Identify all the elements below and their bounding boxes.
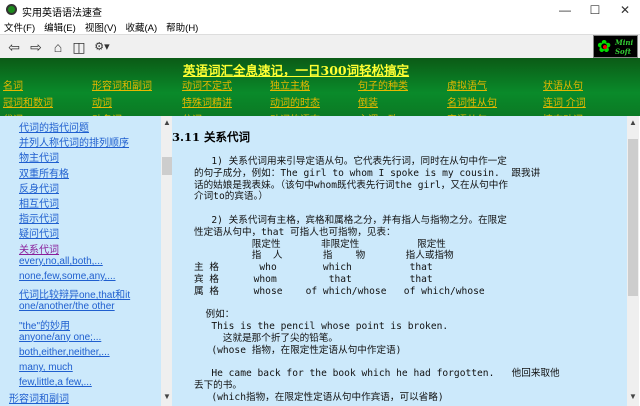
nav-link[interactable]: 冠词和数词 [3,94,53,109]
article-line: 2) 关系代词有主格，宾格和属格之分，并有指人与指物之分。在限定 [194,215,507,226]
minisoft-logo: ✿ Mini Soft [593,35,638,58]
sidebar-section-adjectives[interactable]: 形容词和副词 [9,390,69,405]
article-content: 3.11 关系代词 1) 关系代词用来引导定语从句。它代表先行词，同时在从句中作… [172,116,628,406]
scroll-thumb[interactable] [162,157,172,175]
logo-text-2: Soft [615,47,631,56]
minimize-button[interactable]: — [550,0,580,20]
menu-edit[interactable]: 编辑(E) [44,20,76,34]
nav-link[interactable]: 动词 [92,94,112,109]
close-button[interactable]: ✕ [610,0,640,20]
home-icon[interactable]: ⌂ [48,38,68,56]
sidebar-item[interactable]: 疑问代词 [19,225,59,240]
nav-link[interactable]: 连词 介词 [543,94,586,109]
article-line: He came back for the book which he had f… [194,368,560,380]
flower-icon: ✿ [597,37,612,56]
sidebar-item[interactable]: many, much [19,362,73,373]
menu-view[interactable]: 视图(V) [85,20,117,34]
menu-help[interactable]: 帮助(H) [166,20,198,34]
nav-banner: 英语词汇全息速记，一日300词轻松搞定 名词 形容词和副词 动词不定式 独立主格 句子的… [0,58,640,116]
maximize-button[interactable]: ☐ [580,0,610,20]
article-line: 介词to的宾语。） [194,191,268,203]
sidebar-item[interactable]: few,little,a few,... [19,377,92,388]
article-line: 性定语从句中，that 可指人也可指物，见表： [194,226,396,238]
article-line: (which指物，在限定性定语从句中作宾语，可以省略) [194,392,444,403]
options-icon[interactable]: ⚙▾ [90,38,114,56]
sidebar-item[interactable]: anyone/any one;... [19,332,101,343]
content-scrollbar[interactable]: ▲ ▼ [627,116,639,406]
sidebar-item[interactable]: every,no,all,both,... [19,256,103,267]
sidebar-item[interactable]: 双重所有格 [19,165,69,180]
article-line: 1) 关系代词用来引导定语从句。它代表先行词，同时在从句中作一定 [194,156,507,167]
article-line: 的句子成分，例如：The girl to whom I spoke is my … [194,167,541,179]
article-line: 属 格 whose of which/whose of which/whose [194,285,485,297]
sidebar-item[interactable]: 反身代词 [19,180,59,195]
nav-link[interactable]: 形容词和副词 [92,77,152,92]
sidebar-item[interactable]: 并列人称代词的排列顺序 [19,134,129,149]
sidebar-item[interactable]: 代词比较辩异one,that和it [19,286,130,301]
nav-link[interactable]: 特殊词精讲 [182,94,232,109]
nav-link[interactable]: 动词不定式 [182,77,232,92]
find-icon[interactable]: ◫ [69,38,89,56]
logo-text-1: Mini [615,38,634,47]
sidebar-item[interactable]: both,either,neither,... [19,347,110,358]
menu-favorites[interactable]: 收藏(A) [125,20,157,34]
sidebar-item[interactable]: 物主代词 [19,149,59,164]
sidebar-item[interactable]: "the"的妙用 [19,317,70,332]
article-line: 话的姑娘是我表妹。（该句中whom既代表先行词the girl，又在从句中作 [194,179,508,191]
scroll-up-icon[interactable]: ▲ [627,118,639,127]
title-bar: 实用英语语法速查 — ☐ ✕ [0,0,640,20]
nav-link[interactable]: 名词 [3,77,23,92]
nav-link[interactable]: 动词的时态 [270,94,320,109]
nav-link[interactable]: 虚拟语气 [447,77,487,92]
forward-icon[interactable]: ⇨ [26,38,46,56]
nav-link[interactable]: 状语从句 [543,77,583,92]
topic-sidebar: 代词的指代问题 并列人称代词的排列顺序 物主代词 双重所有格 反身代词 相互代词 指示代词疑… [0,116,161,406]
nav-link[interactable]: 句子的种类 [358,77,408,92]
article-line: 宾 格 whom that that [194,274,433,285]
scroll-thumb[interactable] [628,139,638,296]
article-line: This is the pencil whose point is broken… [194,321,449,333]
nav-link[interactable]: 倒装 [358,94,378,109]
article-heading: 3.11 关系代词 [172,130,251,144]
scroll-down-icon[interactable]: ▼ [627,392,639,401]
article-line: 指 人 指 物 指人或指物 [194,250,454,262]
article-line: 丢下的书。 [194,380,242,392]
sidebar-item[interactable]: 关系代词 [19,241,59,256]
toolbar: ⇦ ⇨ ⌂ ◫ ⚙▾ [0,34,640,58]
sidebar-item[interactable]: 相互代词 [19,195,59,210]
menu-file[interactable]: 文件(F) [4,20,35,34]
sidebar-item[interactable]: none,few,some,any,... [19,271,116,282]
nav-link[interactable]: 名词性从句 [447,94,497,109]
article-line: 这就是那个折了尖的铅笔。 [194,333,339,344]
article-line: 主 格 who which that [194,262,433,274]
sidebar-item[interactable]: one/another/the other [19,301,115,312]
back-icon[interactable]: ⇦ [4,38,24,56]
article-line: 例如： [194,309,235,321]
menu-bar: 文件(F) 编辑(E) 视图(V) 收藏(A) 帮助(H) [0,20,640,34]
app-icon [6,4,17,15]
window-title: 实用英语语法速查 [22,8,102,19]
article-line: (whose 指物，在限定性定语从句中作定语) [194,344,402,356]
article-line: 限定性 非限定性 限定性 [194,238,446,250]
sidebar-item[interactable]: 代词的指代问题 [19,119,89,134]
nav-link[interactable]: 独立主格 [270,77,310,92]
sidebar-item[interactable]: 指示代词 [19,210,59,225]
